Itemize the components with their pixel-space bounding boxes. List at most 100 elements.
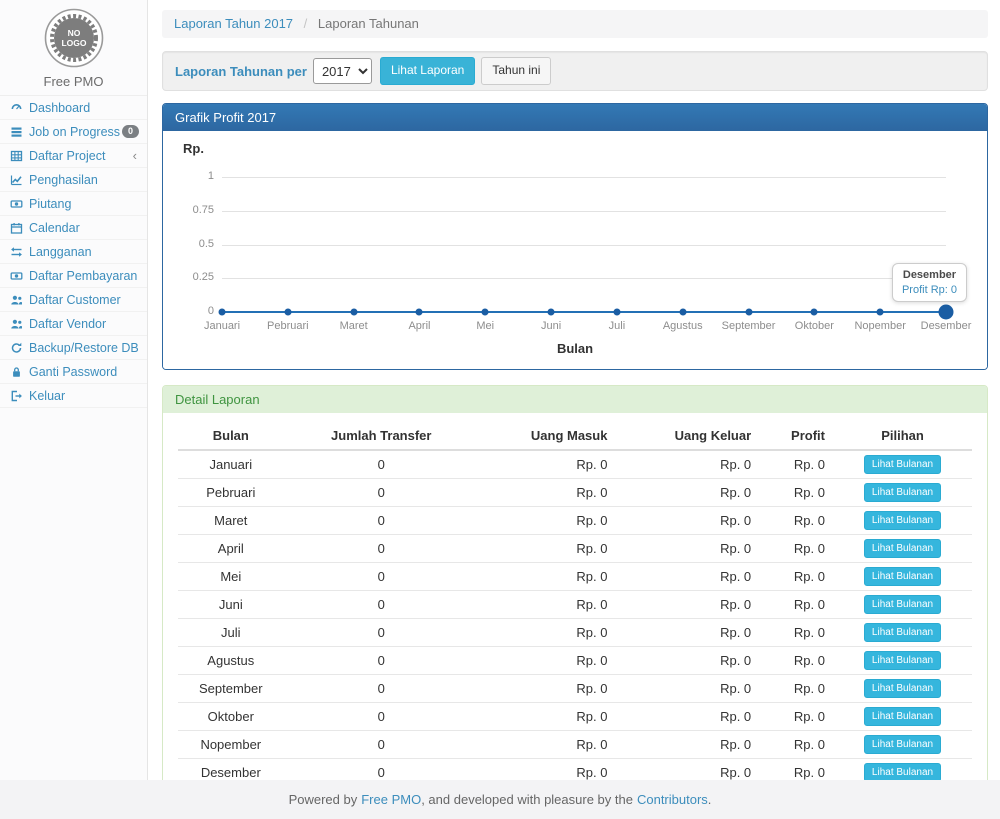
data-point-nopember[interactable] bbox=[877, 309, 884, 316]
breadcrumb-link-laporan-tahun[interactable]: Laporan Tahun 2017 bbox=[174, 16, 293, 31]
data-point-januari[interactable] bbox=[219, 309, 226, 316]
sidebar-item-label: Dashboard bbox=[29, 101, 139, 115]
tahun-ini-button[interactable]: Tahun ini bbox=[481, 57, 551, 85]
table-cell: Juni bbox=[178, 591, 284, 619]
tooltip-value: Profit Rp: 0 bbox=[902, 284, 957, 296]
table-cell: Juli bbox=[178, 619, 284, 647]
year-select[interactable]: 2017 bbox=[313, 58, 372, 84]
table-cell: Rp. 0 bbox=[615, 731, 759, 759]
sidebar-item-label: Daftar Project bbox=[29, 149, 133, 163]
svg-text:LOGO: LOGO bbox=[61, 38, 86, 48]
data-point-maret[interactable] bbox=[350, 309, 357, 316]
table-cell: 0 bbox=[284, 563, 479, 591]
money-icon bbox=[10, 270, 25, 282]
data-point-juli[interactable] bbox=[613, 309, 620, 316]
sidebar-item-calendar[interactable]: Calendar bbox=[0, 216, 147, 240]
brand-name: Free PMO bbox=[0, 74, 147, 89]
table-cell: Rp. 0 bbox=[615, 563, 759, 591]
sidebar-item-backup-restore-db[interactable]: Backup/Restore DB bbox=[0, 336, 147, 360]
table-icon bbox=[10, 150, 25, 162]
detail-table: Bulan Jumlah Transfer Uang Masuk Uang Ke… bbox=[178, 423, 972, 813]
y-tick-label: 0.75 bbox=[174, 204, 214, 216]
y-tick-label: 0 bbox=[174, 305, 214, 317]
svg-text:NO: NO bbox=[67, 28, 80, 38]
sidebar-item-dashboard[interactable]: Dashboard bbox=[0, 96, 147, 120]
sidebar-item-penghasilan[interactable]: Penghasilan bbox=[0, 168, 147, 192]
table-cell: Rp. 0 bbox=[615, 675, 759, 703]
lihat-bulanan-button[interactable]: Lihat Bulanan bbox=[864, 567, 941, 586]
table-cell: Rp. 0 bbox=[479, 731, 616, 759]
sidebar-item-job-on-progress[interactable]: Job on Progress 0 bbox=[0, 120, 147, 144]
lihat-bulanan-button[interactable]: Lihat Bulanan bbox=[864, 623, 941, 642]
lihat-bulanan-button[interactable]: Lihat Bulanan bbox=[864, 455, 941, 474]
table-cell: Pebruari bbox=[178, 479, 284, 507]
footer-text-middle: , and developed with pleasure by the bbox=[421, 792, 633, 807]
data-point-agustus[interactable] bbox=[679, 309, 686, 316]
logo-block: NO LOGO Free PMO bbox=[0, 0, 147, 96]
table-cell: Lihat Bulanan bbox=[833, 703, 972, 731]
money-icon bbox=[10, 198, 25, 210]
sidebar-item-langganan[interactable]: Langganan bbox=[0, 240, 147, 264]
lihat-bulanan-button[interactable]: Lihat Bulanan bbox=[864, 651, 941, 670]
data-point-juni[interactable] bbox=[548, 309, 555, 316]
lihat-bulanan-button[interactable]: Lihat Bulanan bbox=[864, 707, 941, 726]
table-cell: Rp. 0 bbox=[759, 450, 833, 479]
users-icon bbox=[10, 318, 25, 330]
footer-text-prefix: Powered by bbox=[289, 792, 358, 807]
table-row: Oktober0Rp. 0Rp. 0Rp. 0Lihat Bulanan bbox=[178, 703, 972, 731]
lihat-bulanan-button[interactable]: Lihat Bulanan bbox=[864, 735, 941, 754]
data-point-april[interactable] bbox=[416, 309, 423, 316]
table-cell: Rp. 0 bbox=[479, 479, 616, 507]
sidebar: NO LOGO Free PMO Dashboard Job on Progre… bbox=[0, 0, 148, 780]
column-header-profit: Profit bbox=[759, 423, 833, 450]
sidebar-item-label: Daftar Pembayaran bbox=[29, 269, 139, 283]
sidebar-item-daftar-vendor[interactable]: Daftar Vendor bbox=[0, 312, 147, 336]
lihat-bulanan-button[interactable]: Lihat Bulanan bbox=[864, 595, 941, 614]
sidebar-item-daftar-customer[interactable]: Daftar Customer bbox=[0, 288, 147, 312]
table-cell: Rp. 0 bbox=[479, 507, 616, 535]
data-point-pebruari[interactable] bbox=[284, 309, 291, 316]
table-cell: Rp. 0 bbox=[759, 535, 833, 563]
lihat-bulanan-button[interactable]: Lihat Bulanan bbox=[864, 511, 941, 530]
main-content: Laporan Tahun 2017 / Laporan Tahunan Lap… bbox=[148, 0, 1000, 780]
x-tick-label: Mei bbox=[476, 320, 494, 332]
app-window: NO LOGO Free PMO Dashboard Job on Progre… bbox=[0, 0, 1000, 819]
data-point-oktober[interactable] bbox=[811, 309, 818, 316]
sidebar-item-piutang[interactable]: Piutang bbox=[0, 192, 147, 216]
table-cell: Maret bbox=[178, 507, 284, 535]
table-cell: 0 bbox=[284, 479, 479, 507]
chart-y-axis-label: Rp. bbox=[183, 141, 204, 156]
table-cell: 0 bbox=[284, 619, 479, 647]
table-row: Agustus0Rp. 0Rp. 0Rp. 0Lihat Bulanan bbox=[178, 647, 972, 675]
lihat-laporan-button[interactable]: Lihat Laporan bbox=[380, 57, 475, 85]
contributors-link[interactable]: Contributors bbox=[637, 792, 708, 807]
sidebar-item-daftar-pembayaran[interactable]: Daftar Pembayaran bbox=[0, 264, 147, 288]
x-tick-label: Nopember bbox=[854, 320, 905, 332]
chart-panel-title: Grafik Profit 2017 bbox=[163, 104, 987, 131]
table-row: Maret0Rp. 0Rp. 0Rp. 0Lihat Bulanan bbox=[178, 507, 972, 535]
table-cell: Rp. 0 bbox=[615, 591, 759, 619]
table-cell: Lihat Bulanan bbox=[833, 619, 972, 647]
free-pmo-link[interactable]: Free PMO bbox=[361, 792, 421, 807]
table-cell: 0 bbox=[284, 507, 479, 535]
table-cell: Lihat Bulanan bbox=[833, 535, 972, 563]
table-cell: Rp. 0 bbox=[615, 450, 759, 479]
sidebar-item-daftar-project[interactable]: Daftar Project ‹ bbox=[0, 144, 147, 168]
breadcrumb: Laporan Tahun 2017 / Laporan Tahunan bbox=[162, 10, 988, 38]
table-cell: Lihat Bulanan bbox=[833, 507, 972, 535]
data-point-desember[interactable] bbox=[939, 305, 954, 320]
lihat-bulanan-button[interactable]: Lihat Bulanan bbox=[864, 483, 941, 502]
calendar-icon bbox=[10, 222, 25, 234]
data-point-september[interactable] bbox=[745, 309, 752, 316]
x-tick-label: Maret bbox=[340, 320, 368, 332]
exchange-icon bbox=[10, 246, 25, 258]
lihat-bulanan-button[interactable]: Lihat Bulanan bbox=[864, 539, 941, 558]
sidebar-item-keluar[interactable]: Keluar bbox=[0, 384, 147, 408]
page-footer: Powered by Free PMO , and developed with… bbox=[0, 780, 1000, 819]
table-cell: April bbox=[178, 535, 284, 563]
table-cell: Lihat Bulanan bbox=[833, 563, 972, 591]
sidebar-item-ganti-password[interactable]: Ganti Password bbox=[0, 360, 147, 384]
table-cell: Rp. 0 bbox=[759, 647, 833, 675]
data-point-mei[interactable] bbox=[482, 309, 489, 316]
lihat-bulanan-button[interactable]: Lihat Bulanan bbox=[864, 679, 941, 698]
